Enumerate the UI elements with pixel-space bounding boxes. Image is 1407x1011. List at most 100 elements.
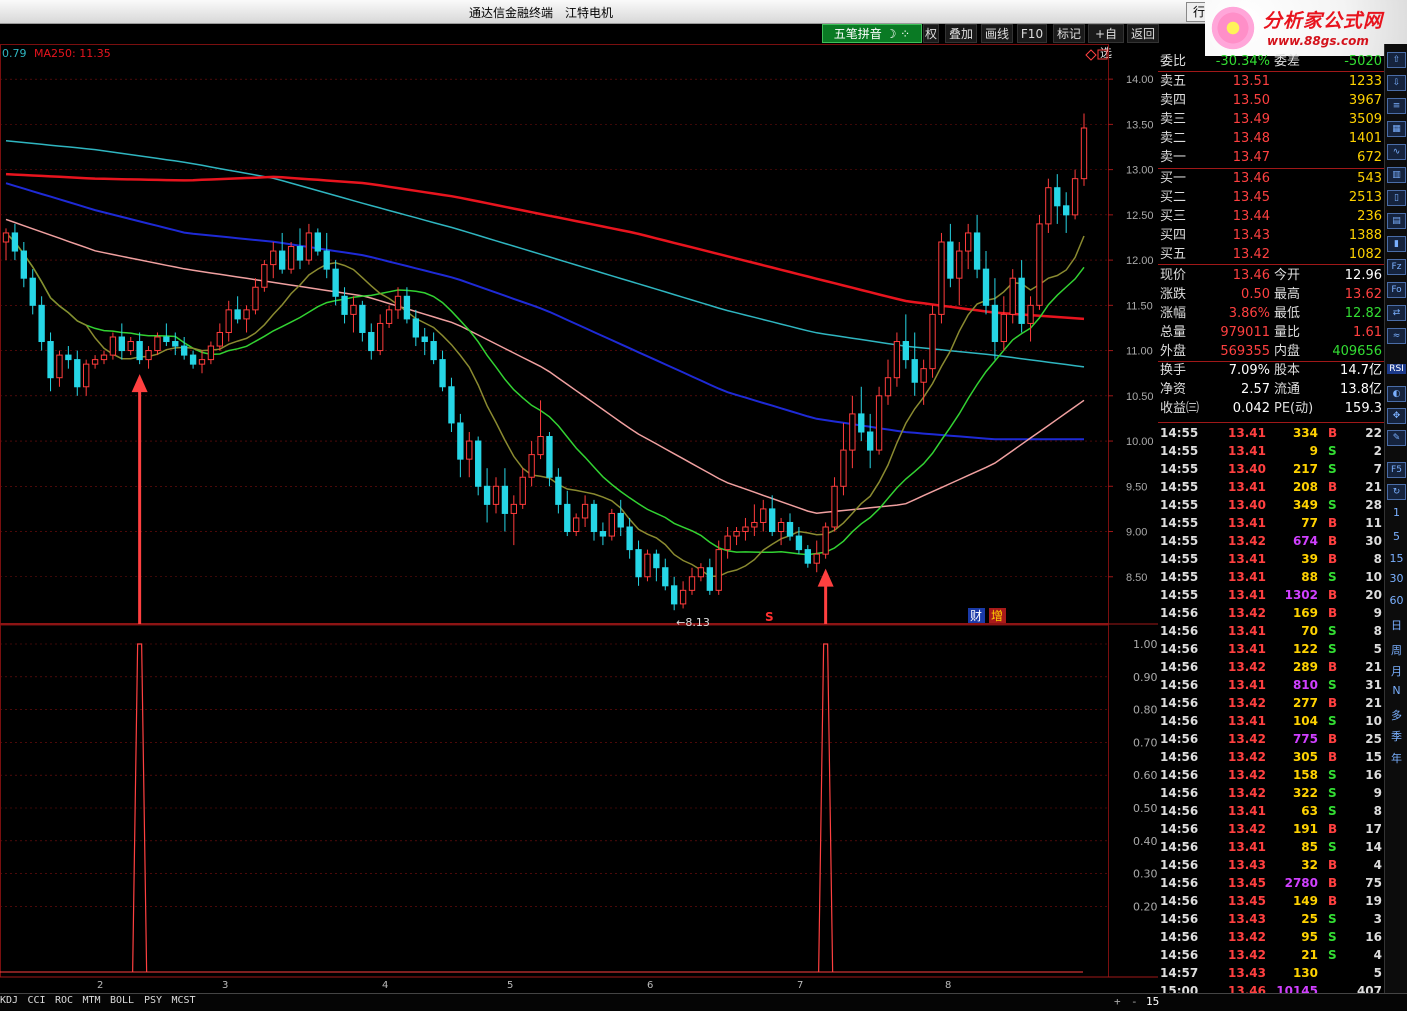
- candle-body: [181, 345, 188, 356]
- divider: [1158, 422, 1384, 423]
- pencil-icon[interactable]: ✎: [1387, 430, 1406, 446]
- side-tool-6[interactable]: 日: [1387, 617, 1406, 633]
- candle-body: [786, 521, 794, 537]
- eraser-icon[interactable]: ◐: [1387, 386, 1406, 402]
- line-chart-icon[interactable]: ∿: [1387, 144, 1406, 160]
- compare-icon[interactable]: ⇄: [1387, 305, 1406, 321]
- tick-side: B: [1328, 534, 1338, 548]
- tick-side: S: [1328, 444, 1337, 458]
- toolbar-overlay-button[interactable]: 叠加: [945, 24, 977, 43]
- toolbar-back-button[interactable]: 返回: [1127, 24, 1159, 43]
- input-method-button[interactable]: 五笔拼音 ☽ ⁘: [822, 24, 922, 43]
- candle-body: [421, 336, 428, 343]
- side-tool-7[interactable]: 周: [1387, 642, 1406, 658]
- kline-chart[interactable]: 14.00 13.50 13.00 12.50 12.00 11.50 11.00 10.50…: [0, 44, 1158, 994]
- side-tool-2[interactable]: 5: [1387, 530, 1406, 543]
- side-tool-0[interactable]: RSI: [1387, 364, 1406, 374]
- tick-count: 3: [1373, 912, 1382, 926]
- tick-side: S: [1328, 768, 1337, 782]
- bar-chart-icon[interactable]: ▥: [1387, 167, 1406, 183]
- toolbar-f10-button[interactable]: F10: [1017, 24, 1047, 43]
- arrow-up-icon[interactable]: ⇧: [1387, 52, 1406, 68]
- candle-body: [261, 264, 268, 288]
- candle-body: [466, 440, 473, 460]
- stat-value: 12.96: [1344, 268, 1382, 283]
- tick-count: 11: [1365, 516, 1382, 530]
- list-icon[interactable]: ≡: [1387, 98, 1406, 114]
- indicator-tab-psy[interactable]: PSY: [144, 995, 162, 1006]
- candle-body: [163, 336, 170, 343]
- tick-count: 4: [1373, 858, 1382, 872]
- indicator-tab-mcst[interactable]: MCST: [172, 995, 196, 1006]
- f5-icon[interactable]: F5: [1387, 462, 1406, 478]
- ask-price: 13.48: [1232, 131, 1270, 146]
- toolbar-draw-button[interactable]: 画线: [981, 24, 1013, 43]
- toolbar-add-watchlist-button[interactable]: +自选: [1088, 24, 1124, 60]
- tick-side: S: [1328, 804, 1337, 818]
- side-tool-1[interactable]: 1: [1387, 506, 1406, 519]
- sub-tick-label: 0.80: [1133, 704, 1158, 717]
- tick-time: 14:56: [1160, 948, 1199, 962]
- candle-body: [1018, 277, 1025, 324]
- tick-volume: 810: [1292, 678, 1318, 692]
- refresh-icon[interactable]: ↻: [1387, 484, 1406, 500]
- weibi-row: 委比 -30.34% 委差 -5020: [1158, 52, 1384, 71]
- tick-count: 21: [1365, 696, 1382, 710]
- side-tool-4[interactable]: 30: [1387, 572, 1406, 585]
- tick-time: 14:55: [1160, 462, 1199, 476]
- tick-interval-label: 15: [1146, 995, 1160, 1008]
- move-icon[interactable]: ✥: [1387, 408, 1406, 424]
- indicator-tab-cci[interactable]: CCI: [28, 995, 46, 1006]
- tick-price: 13.43: [1228, 912, 1266, 926]
- tick-row: 14:55 13.42 674 B 30: [1158, 532, 1384, 550]
- candle-body: [385, 309, 393, 324]
- marker-s: S: [765, 610, 774, 624]
- tick-side: B: [1328, 894, 1338, 908]
- tick-count: 16: [1365, 768, 1382, 782]
- side-tool-3[interactable]: 15: [1387, 552, 1406, 565]
- side-tool-11[interactable]: 季: [1387, 728, 1406, 744]
- zoom-in-button[interactable]: +: [1114, 995, 1121, 1008]
- wave-icon[interactable]: ≈: [1387, 328, 1406, 344]
- tick-row: 14:57 13.43 130 5: [1158, 964, 1384, 982]
- zoom-out-button[interactable]: -: [1131, 995, 1138, 1008]
- fio-icon[interactable]: Fo: [1387, 282, 1406, 298]
- volume-icon[interactable]: ▮: [1387, 236, 1406, 252]
- indicator-tab-boll[interactable]: BOLL: [110, 995, 134, 1006]
- tick-count: 14: [1365, 840, 1382, 854]
- tick-volume: 305: [1292, 750, 1318, 764]
- indicator-tab-kdj[interactable]: KDJ: [0, 995, 18, 1006]
- stat-label: 流通: [1274, 382, 1301, 397]
- tick-volume: 39: [1301, 552, 1318, 566]
- bid-price: 13.46: [1232, 171, 1270, 186]
- side-tool-8[interactable]: 月: [1387, 663, 1406, 679]
- grid-icon[interactable]: ▦: [1387, 121, 1406, 137]
- toolbar-mark-button[interactable]: 标记: [1053, 24, 1085, 43]
- stat-label: 换手: [1160, 363, 1187, 378]
- stat-row: 外盘 569355 内盘 409656: [1158, 342, 1384, 361]
- candle-body: [742, 526, 749, 533]
- indicator-tab-mtm[interactable]: MTM: [83, 995, 101, 1006]
- tick-time: 14:56: [1160, 930, 1199, 944]
- candle-body: [706, 567, 713, 591]
- side-tool-12[interactable]: 年: [1387, 750, 1406, 766]
- fiz-icon[interactable]: Fz: [1387, 259, 1406, 275]
- side-tool-10[interactable]: 多: [1387, 707, 1406, 723]
- table-icon[interactable]: ▤: [1387, 213, 1406, 229]
- tick-volume: 334: [1292, 426, 1318, 440]
- side-tool-5[interactable]: 60: [1387, 594, 1406, 607]
- candle-body: [777, 521, 785, 533]
- tick-row: 14:56 13.43 32 B 4: [1158, 856, 1384, 874]
- toolbar-quan-button[interactable]: 权: [923, 24, 939, 43]
- arrow-down-icon[interactable]: ⇩: [1387, 75, 1406, 91]
- ask-row: 卖三 13.49 3509: [1158, 110, 1384, 129]
- indicator-tab-roc[interactable]: ROC: [55, 995, 73, 1006]
- tick-side: B: [1328, 822, 1338, 836]
- chart-window-icon: [1097, 49, 1108, 60]
- buy-arrow-shaft: [138, 390, 142, 624]
- tick-volume: 349: [1292, 498, 1318, 512]
- side-tool-9[interactable]: N: [1387, 684, 1406, 697]
- candle-icon[interactable]: ▯: [1387, 190, 1406, 206]
- candle-body: [56, 354, 63, 379]
- tick-count: 4: [1373, 948, 1382, 962]
